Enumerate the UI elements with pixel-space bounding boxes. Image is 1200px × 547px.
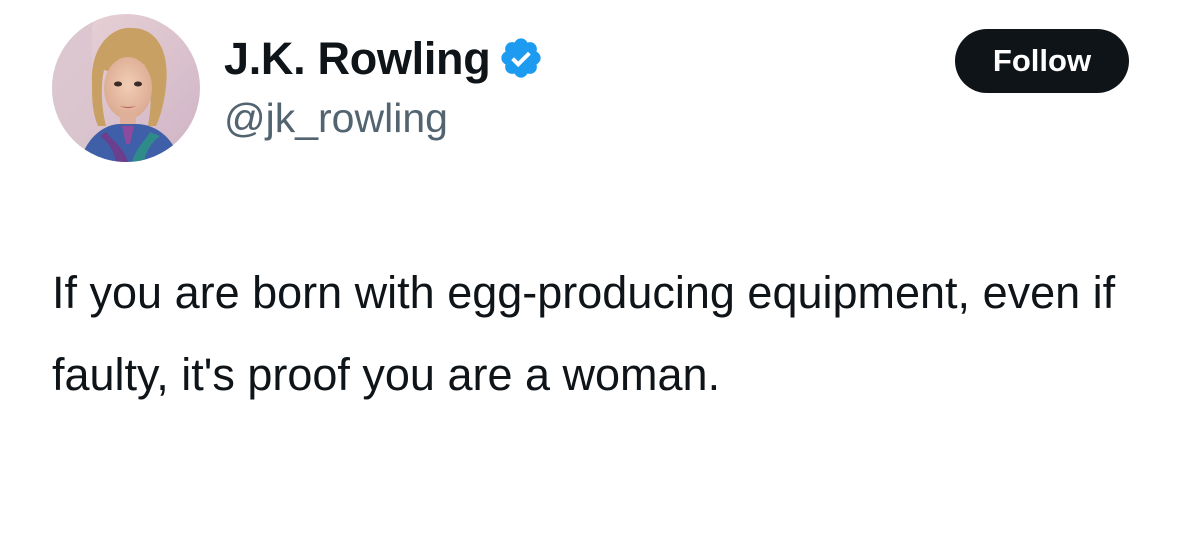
follow-button[interactable]: Follow <box>955 29 1129 93</box>
tweet-card: J.K. Rowling @jk_rowling Follow If you a… <box>0 0 1200 547</box>
author-handle[interactable]: @jk_rowling <box>224 98 544 139</box>
author-info: J.K. Rowling @jk_rowling <box>224 26 544 139</box>
author-avatar[interactable] <box>52 14 200 162</box>
verified-badge-icon <box>498 35 544 81</box>
tweet-text: If you are born with egg-producing equip… <box>52 267 1116 400</box>
author-display-name[interactable]: J.K. Rowling <box>224 36 491 81</box>
avatar-photo-icon <box>52 14 200 162</box>
author-name-row: J.K. Rowling <box>224 26 544 90</box>
